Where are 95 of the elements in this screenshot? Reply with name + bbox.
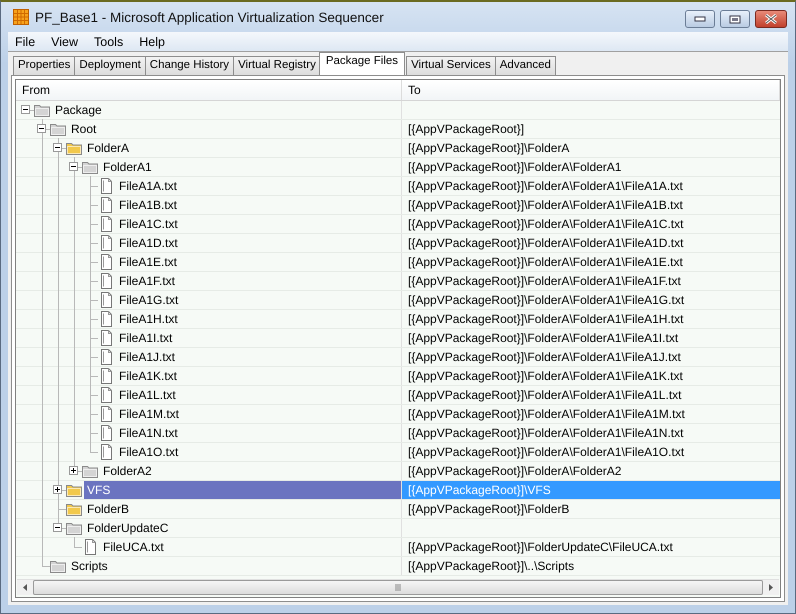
expand-icon[interactable]	[53, 485, 62, 494]
target-path: [{AppVPackageRoot}]\VFS	[408, 483, 551, 497]
tree-item[interactable]: FileA1D.txt	[116, 236, 181, 250]
document-icon	[98, 235, 114, 251]
collapse-icon[interactable]	[69, 162, 78, 171]
target-path: [{AppVPackageRoot}]\FolderA\FolderA1\FileA1G.txt	[408, 293, 684, 307]
menu-item[interactable]: Help	[137, 34, 173, 48]
tree-item[interactable]: FolderA2	[100, 464, 155, 478]
tree-item[interactable]: FileA1A.txt	[116, 179, 180, 193]
window-title: PF_Base1 - Microsoft Application Virtualization Sequencer	[35, 10, 385, 24]
tree-item[interactable]: FileA1M.txt	[116, 407, 182, 421]
target-path: [{AppVPackageRoot}]\..\Scripts	[408, 559, 574, 573]
collapse-icon[interactable]	[37, 124, 46, 133]
target-path: [{AppVPackageRoot}]\FolderA\FolderA1\FileA1E.txt	[408, 255, 683, 269]
tree-item[interactable]: FileA1K.txt	[116, 369, 180, 383]
tree-item[interactable]: VFS	[84, 481, 401, 499]
column-header[interactable]: To	[402, 80, 780, 100]
document-icon	[98, 216, 114, 232]
scroll-right-icon[interactable]	[768, 584, 774, 591]
target-path: [{AppVPackageRoot}]\FolderA\FolderA1\FileA1O.txt	[408, 445, 684, 459]
target-path: [{AppVPackageRoot}]\FolderA\FolderA1\FileA1M.txt	[408, 407, 685, 421]
tree-item[interactable]: FileA1E.txt	[116, 255, 180, 269]
tree-item[interactable]: Scripts	[68, 559, 111, 573]
tree-item[interactable]: Root	[68, 122, 100, 136]
target-path: [{AppVPackageRoot}]\FolderB	[408, 502, 570, 516]
tab[interactable]: Virtual Services	[406, 56, 496, 75]
tree-item[interactable]: FileA1L.txt	[116, 388, 179, 402]
tree-item[interactable]: FileA1G.txt	[116, 293, 182, 307]
tree-item[interactable]: FolderB	[84, 502, 132, 516]
close-icon	[764, 14, 778, 24]
menu-item[interactable]: View	[49, 34, 86, 48]
minimize-icon	[694, 16, 706, 22]
document-icon	[98, 368, 114, 384]
app-grid-icon	[13, 9, 29, 25]
collapse-icon[interactable]	[53, 523, 62, 532]
maximize-button[interactable]	[720, 10, 750, 28]
maximize-icon	[729, 14, 741, 24]
tree-item[interactable]: FolderA	[84, 141, 132, 155]
target-path: [{AppVPackageRoot}]\FolderA\FolderA1\FileA1C.txt	[408, 217, 684, 231]
tree-item[interactable]: FileA1O.txt	[116, 445, 182, 459]
collapse-icon[interactable]	[53, 143, 62, 152]
target-path: [{AppVPackageRoot}]\FolderA\FolderA1\FileA1L.txt	[408, 388, 682, 402]
tab[interactable]: Deployment	[74, 56, 146, 75]
tab[interactable]: Virtual Registry	[233, 56, 321, 75]
tree-item[interactable]: FileA1B.txt	[116, 198, 180, 212]
tree-item[interactable]: FileA1J.txt	[116, 350, 178, 364]
document-icon	[98, 444, 114, 460]
target-path: [{AppVPackageRoot}]\FolderA\FolderA1\FileA1B.txt	[408, 198, 683, 212]
collapse-icon[interactable]	[21, 105, 30, 114]
document-icon	[98, 311, 114, 327]
tab[interactable]: Properties	[13, 56, 76, 75]
document-icon	[82, 539, 98, 555]
document-icon	[98, 197, 114, 213]
column-header[interactable]: From	[16, 80, 402, 100]
expand-icon[interactable]	[69, 466, 78, 475]
document-icon	[98, 292, 114, 308]
tree-item[interactable]: FileA1I.txt	[116, 331, 176, 345]
document-icon	[98, 406, 114, 422]
target-path: [{AppVPackageRoot}]\FolderA\FolderA1\FileA1I.txt	[408, 331, 678, 345]
tab[interactable]: Change History	[144, 56, 234, 75]
tree-item[interactable]: FileA1C.txt	[116, 217, 181, 231]
tree-item[interactable]: FileA1F.txt	[116, 274, 178, 288]
target-path: [{AppVPackageRoot}]\FolderA\FolderA1\FileA1N.txt	[408, 426, 684, 440]
document-icon	[98, 349, 114, 365]
tab[interactable]: Package Files	[318, 52, 406, 75]
scroll-left-icon[interactable]	[22, 584, 28, 591]
document-icon	[98, 425, 114, 441]
minimize-button[interactable]	[685, 10, 715, 28]
target-path: [{AppVPackageRoot}]	[408, 122, 524, 136]
target-path: [{AppVPackageRoot}]\FolderA\FolderA1\FileA1J.txt	[408, 350, 681, 364]
menu-item[interactable]: Tools	[92, 34, 132, 48]
grip-icon	[395, 584, 401, 591]
document-icon	[98, 330, 114, 346]
target-path: [{AppVPackageRoot}]\FolderA\FolderA1\FileA1F.txt	[408, 274, 681, 288]
target-path: [{AppVPackageRoot}]\FolderA\FolderA1\FileA1K.txt	[408, 369, 683, 383]
target-path: [{AppVPackageRoot}]\FolderA\FolderA1\FileA1H.txt	[408, 312, 684, 326]
target-path: [{AppVPackageRoot}]\FolderA\FolderA1\FileA1D.txt	[408, 236, 684, 250]
tree-item[interactable]: FolderUpdateC	[84, 521, 172, 535]
document-icon	[98, 178, 114, 194]
tree-item[interactable]: FileA1N.txt	[116, 426, 181, 440]
target-path: [{AppVPackageRoot}]\FolderA	[408, 141, 570, 155]
document-icon	[98, 254, 114, 270]
target-path: [{AppVPackageRoot}]\FolderA\FolderA2	[408, 464, 622, 478]
target-path: [{AppVPackageRoot}]\FolderUpdateC\FileUCA.txt	[408, 540, 673, 554]
tree-item[interactable]: FileUCA.txt	[100, 540, 167, 554]
tree-item[interactable]: Package	[52, 103, 105, 117]
target-path: [{AppVPackageRoot}]\FolderA\FolderA1	[408, 160, 622, 174]
tree-item[interactable]: FileA1H.txt	[116, 312, 181, 326]
tree-item[interactable]: FolderA1	[100, 160, 155, 174]
document-icon	[98, 387, 114, 403]
target-path: [{AppVPackageRoot}]\FolderA\FolderA1\FileA1A.txt	[408, 179, 683, 193]
document-icon	[98, 273, 114, 289]
close-button[interactable]	[755, 10, 787, 28]
tab[interactable]: Advanced	[494, 56, 556, 75]
menu-item[interactable]: File	[13, 34, 44, 48]
